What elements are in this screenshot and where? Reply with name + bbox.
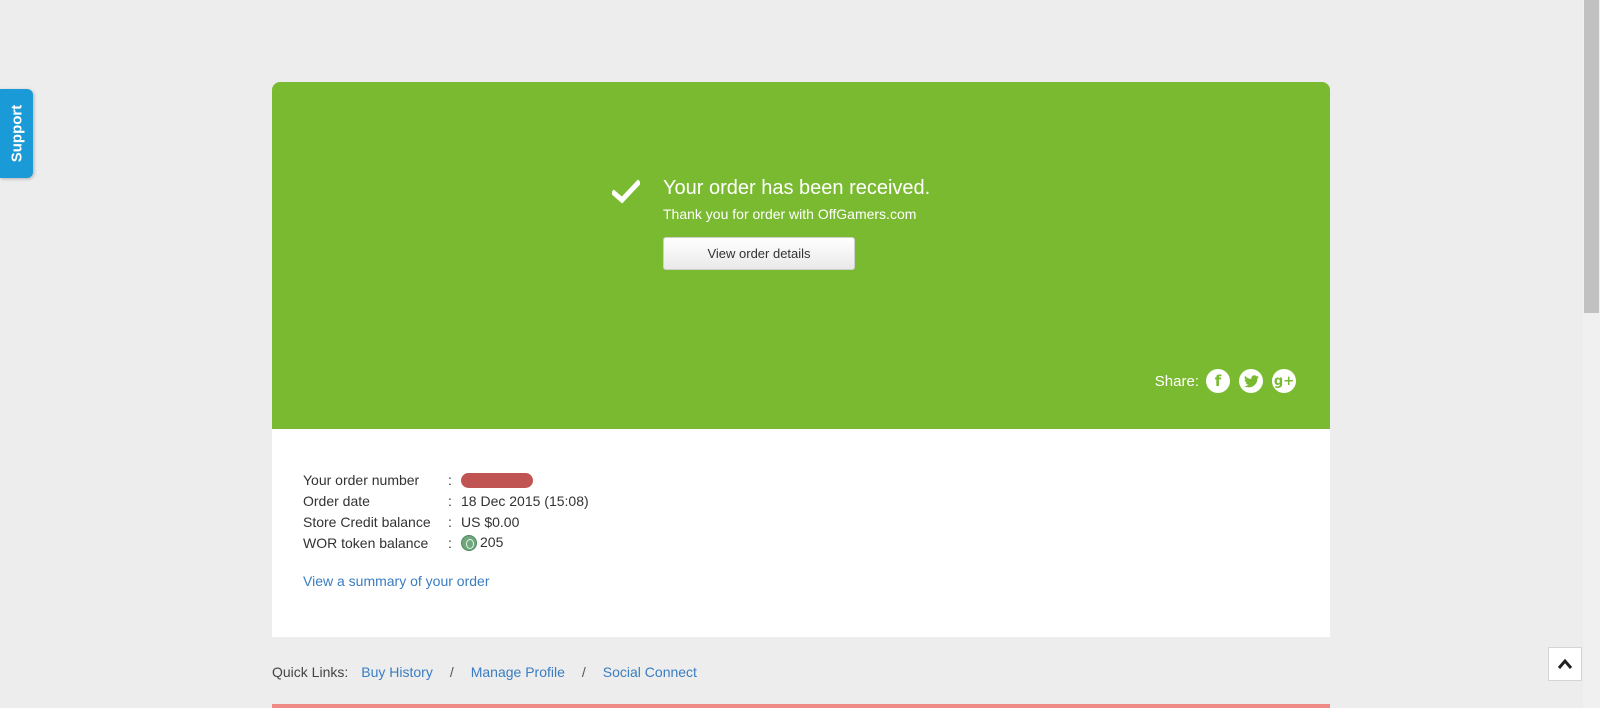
- quick-links-separator: /: [449, 664, 454, 680]
- wor-token-label: WOR token balance: [303, 534, 429, 551]
- order-number-value: [461, 469, 589, 490]
- wor-token-sep: :: [448, 534, 452, 551]
- chevron-up-icon: [1557, 658, 1573, 669]
- store-credit-sep: :: [448, 513, 452, 530]
- confirmation-subtitle: Thank you for order with OffGamers.com: [663, 206, 917, 222]
- footer-accent-strip: [272, 704, 1330, 708]
- manage-profile-link[interactable]: Manage Profile: [471, 664, 565, 680]
- wor-token-row: WOR token balance : 205: [303, 532, 589, 553]
- google-plus-icon[interactable]: g+: [1272, 369, 1296, 393]
- social-connect-link[interactable]: Social Connect: [603, 664, 697, 680]
- back-to-top-button[interactable]: [1548, 647, 1582, 681]
- order-confirmation-card: Your order has been received. Thank you …: [272, 82, 1330, 637]
- checkmark-icon: [612, 179, 640, 204]
- order-date-sep: :: [448, 492, 452, 509]
- quick-links: Quick Links: Buy History / Manage Profil…: [272, 664, 697, 680]
- page: Support Your order has been received. Th…: [0, 0, 1600, 708]
- quick-links-separator: /: [581, 664, 586, 680]
- store-credit-value: US $0.00: [461, 513, 520, 530]
- order-date-value: 18 Dec 2015 (15:08): [461, 492, 589, 509]
- support-tab[interactable]: Support: [0, 89, 33, 178]
- order-date-label: Order date: [303, 492, 370, 509]
- twitter-icon[interactable]: [1239, 369, 1263, 393]
- order-date-row: Order date : 18 Dec 2015 (15:08): [303, 490, 589, 511]
- order-number-sep: :: [448, 471, 452, 488]
- share-bar: Share: f g+: [1155, 369, 1296, 393]
- scrollbar-thumb[interactable]: [1584, 0, 1599, 313]
- store-credit-label: Store Credit balance: [303, 513, 431, 530]
- order-summary-link[interactable]: View a summary of your order: [303, 573, 489, 589]
- store-credit-row: Store Credit balance : US $0.00: [303, 511, 589, 532]
- quick-links-label: Quick Links:: [272, 664, 349, 680]
- view-order-details-button[interactable]: View order details: [663, 237, 855, 270]
- order-info-table: Your order number : Order date : 18 Dec …: [303, 469, 589, 553]
- vertical-scrollbar[interactable]: [1583, 0, 1600, 708]
- wor-token-icon: [461, 535, 477, 552]
- share-label: Share:: [1154, 372, 1199, 390]
- redacted-order-number: [461, 472, 533, 488]
- order-details-panel: Your order number : Order date : 18 Dec …: [272, 429, 1330, 637]
- confirmation-title: Your order has been received.: [663, 177, 931, 199]
- buy-history-link[interactable]: Buy History: [361, 664, 433, 680]
- order-number-label: Your order number: [303, 471, 420, 488]
- wor-token-value: 205: [480, 533, 504, 550]
- order-number-row: Your order number :: [303, 469, 589, 490]
- wor-token-cell: 205: [461, 532, 589, 553]
- facebook-icon[interactable]: f: [1206, 369, 1230, 393]
- confirmation-banner: Your order has been received. Thank you …: [272, 82, 1330, 429]
- support-tab-label: Support: [8, 104, 25, 163]
